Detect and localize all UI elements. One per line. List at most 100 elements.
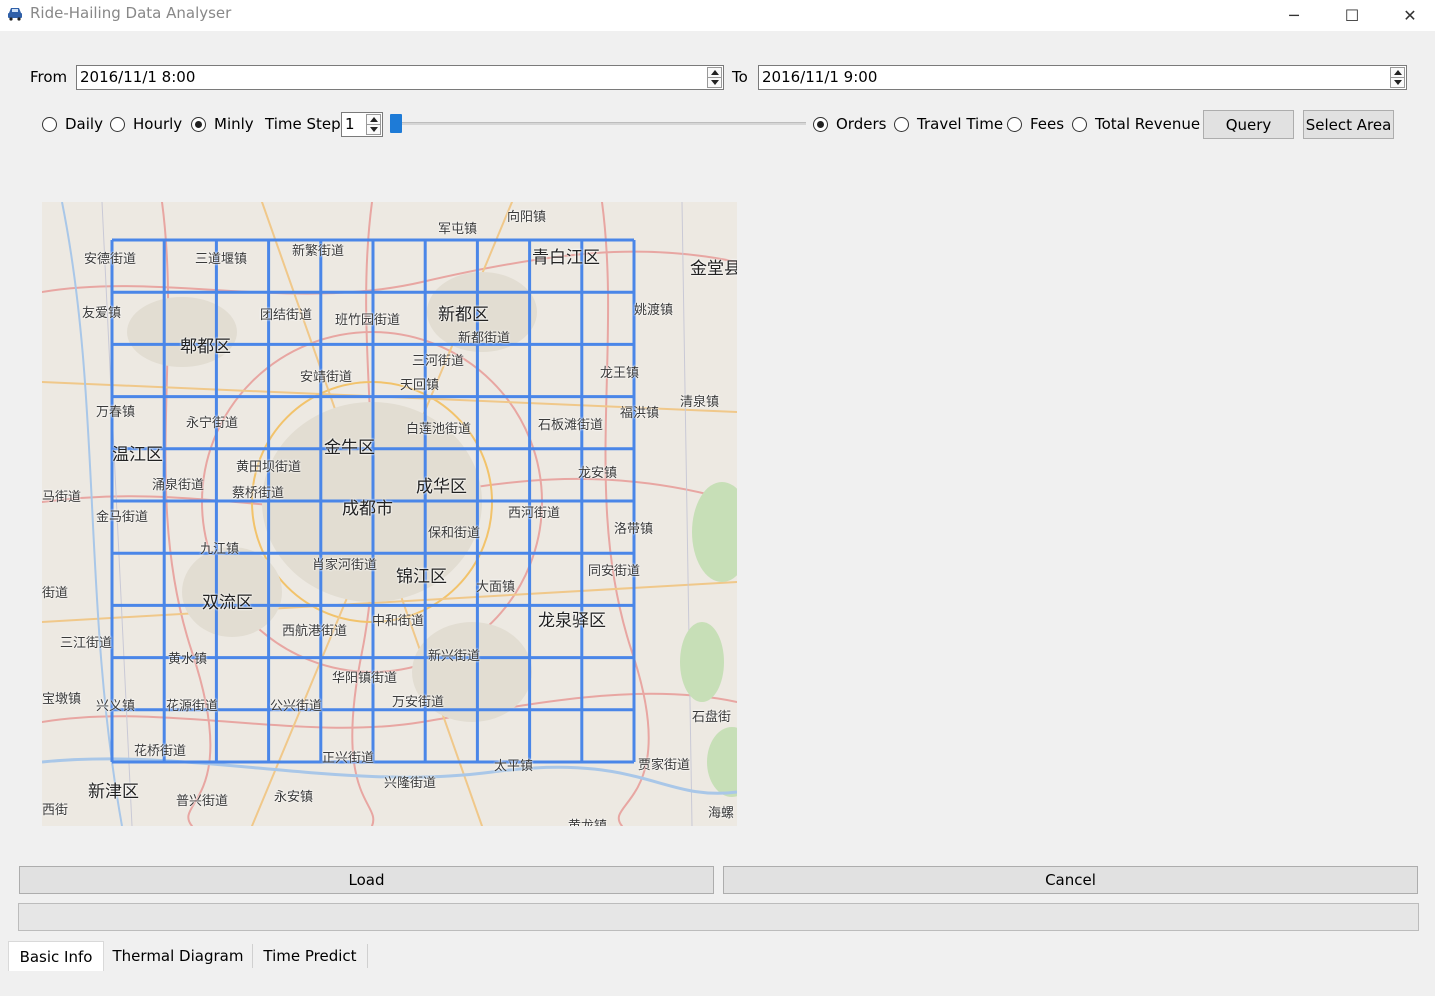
to-datetime-input[interactable]: 2016/11/1 9:00 <box>758 65 1407 90</box>
to-datetime-value: 2016/11/1 9:00 <box>762 68 878 86</box>
map-place-label: 西航港街道 <box>282 624 348 639</box>
cancel-button[interactable]: Cancel <box>723 866 1418 894</box>
radio-fees-label: Fees <box>1030 115 1065 133</box>
spin-down-icon[interactable] <box>1394 80 1402 85</box>
map-place-label: 大面镇 <box>476 580 516 595</box>
time-step-spinner[interactable] <box>366 114 381 135</box>
map-place-label: 清泉镇 <box>680 395 720 410</box>
title-bar: Ride-Hailing Data Analyser ─ ☐ ✕ <box>0 0 1435 31</box>
maximize-icon: ☐ <box>1344 6 1360 25</box>
city-map[interactable]: 向阳镇 军屯镇 新繁街道 青白江区 金堂县 安德街道 三道堰镇 友爱镇 团结街道 班竹园街道 新都区… <box>42 202 737 826</box>
radio-orders-label: Orders <box>836 115 887 133</box>
map-place-label: 安靖街道 <box>300 370 353 385</box>
map-place-label: 中和街道 <box>372 614 425 629</box>
spin-down-icon[interactable] <box>711 80 719 85</box>
spin-down-icon[interactable] <box>370 127 378 132</box>
tab-basic-info[interactable]: Basic Info <box>8 941 104 971</box>
window-title: Ride-Hailing Data Analyser <box>30 4 232 22</box>
radio-hourly-indicator <box>110 116 125 132</box>
car-icon <box>8 8 22 21</box>
map-place-label: 石板滩街道 <box>538 418 604 433</box>
query-button[interactable]: Query <box>1203 110 1294 139</box>
map-place-label: 成都市 <box>342 499 393 519</box>
map-place-label: 郫都区 <box>180 337 231 357</box>
select-area-button[interactable]: Select Area <box>1303 110 1394 139</box>
map-place-label: 黄田坝街道 <box>236 460 302 475</box>
radio-daily-indicator <box>42 116 57 132</box>
map-place-label: 天回镇 <box>400 378 440 393</box>
spin-up-icon[interactable] <box>1394 70 1402 75</box>
map-place-label: 街道 <box>42 586 69 601</box>
minimize-icon: ─ <box>1289 6 1299 25</box>
time-slider-track[interactable] <box>392 122 806 125</box>
map-place-label: 向阳镇 <box>507 210 547 225</box>
radio-minly[interactable]: Minly <box>191 113 254 135</box>
map-place-label: 金堂县 <box>690 259 737 279</box>
minimize-button[interactable]: ─ <box>1265 0 1323 31</box>
map-place-label: 龙安镇 <box>578 466 618 481</box>
radio-orders-indicator <box>813 116 828 132</box>
close-button[interactable]: ✕ <box>1381 0 1435 31</box>
map-place-label: 团结街道 <box>260 308 313 323</box>
map-place-label: 洛带镇 <box>614 522 654 537</box>
map-place-label: 姚渡镇 <box>634 303 674 318</box>
map-place-label: 黄龙镇 <box>568 815 607 826</box>
map-place-label: 永安镇 <box>274 790 314 805</box>
from-datetime-value: 2016/11/1 8:00 <box>80 68 196 86</box>
load-button[interactable]: Load <box>19 866 714 894</box>
map-place-label: 福洪镇 <box>620 406 660 421</box>
map-place-label: 新兴街道 <box>428 649 481 664</box>
map-place-label: 西街 <box>42 803 69 818</box>
from-spinner[interactable] <box>707 67 722 88</box>
tab-separator <box>367 944 368 968</box>
map-place-label: 安德街道 <box>84 252 137 267</box>
map-place-label: 锦江区 <box>396 567 447 587</box>
radio-hourly[interactable]: Hourly <box>110 113 182 135</box>
map-place-label: 兴义镇 <box>96 699 136 714</box>
radio-daily[interactable]: Daily <box>42 113 103 135</box>
map-place-label: 蔡桥街道 <box>232 486 285 501</box>
map-place-label: 宝墩镇 <box>42 692 82 707</box>
map-place-label: 九江镇 <box>200 542 240 557</box>
map-place-label: 西河街道 <box>508 506 561 521</box>
map-place-label: 同安街道 <box>588 564 641 579</box>
map-place-label: 兴隆街道 <box>384 776 437 791</box>
map-place-label: 华阳镇街道 <box>332 671 398 686</box>
tab-time-predict[interactable]: Time Predict <box>253 941 367 971</box>
map-place-label: 新津区 <box>88 782 139 802</box>
maximize-button[interactable]: ☐ <box>1323 0 1381 31</box>
spin-up-icon[interactable] <box>370 117 378 122</box>
map-place-label: 海螺 <box>708 806 735 821</box>
radio-fees[interactable]: Fees <box>1007 113 1064 135</box>
map-place-label: 马街道 <box>42 490 82 505</box>
map-place-label: 青白江区 <box>532 248 600 268</box>
map-place-label: 龙王镇 <box>600 366 640 381</box>
progress-bar <box>18 903 1419 931</box>
map-place-label: 温江区 <box>112 445 163 465</box>
time-slider-handle[interactable] <box>390 114 402 133</box>
tab-thermal-diagram[interactable]: Thermal Diagram <box>104 941 252 971</box>
map-place-label: 金牛区 <box>324 438 375 458</box>
radio-total-revenue[interactable]: Total Revenue <box>1072 113 1200 135</box>
radio-total-revenue-indicator <box>1072 116 1087 132</box>
from-datetime-input[interactable]: 2016/11/1 8:00 <box>76 65 724 90</box>
to-label: To <box>732 68 748 86</box>
map-place-label: 班竹园街道 <box>335 313 401 328</box>
map-place-label: 金马街道 <box>96 510 149 525</box>
from-label: From <box>30 68 68 86</box>
time-step-label: Time Step <box>265 115 341 133</box>
radio-orders[interactable]: Orders <box>813 113 886 135</box>
map-place-label: 太平镇 <box>494 759 534 774</box>
map-place-label: 万安街道 <box>392 695 445 710</box>
map-place-label: 涌泉街道 <box>152 478 205 493</box>
to-spinner[interactable] <box>1390 67 1405 88</box>
map-place-label: 新都区 <box>438 305 489 325</box>
radio-travel-time-label: Travel Time <box>917 115 1004 133</box>
radio-travel-time[interactable]: Travel Time <box>894 113 1003 135</box>
map-place-label: 贾家街道 <box>638 758 691 773</box>
map-place-label: 新都街道 <box>458 331 511 346</box>
spin-up-icon[interactable] <box>711 70 719 75</box>
map-place-label: 肖家河街道 <box>312 558 378 573</box>
time-step-input[interactable]: 1 <box>341 112 383 137</box>
map-place-label: 花桥街道 <box>134 744 187 759</box>
